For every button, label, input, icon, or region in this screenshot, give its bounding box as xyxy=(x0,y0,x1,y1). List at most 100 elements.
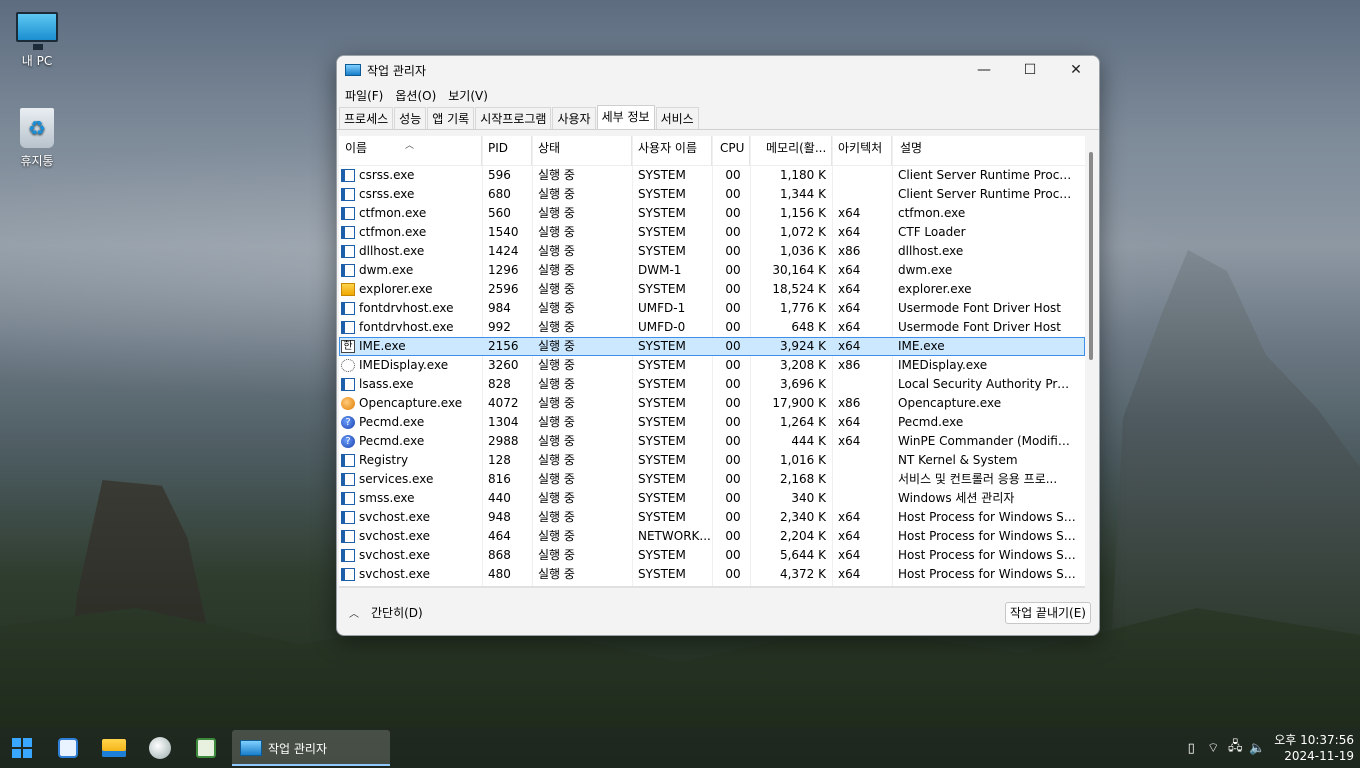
table-row[interactable]: ? Pecmd.exe 2988 실행 중 SYSTEM 00 444 K x64 WinPE … xyxy=(339,432,1085,451)
title-bar[interactable]: 작업 관리자 — ☐ ✕ xyxy=(337,56,1099,84)
volume-icon[interactable]: 🔈 xyxy=(1246,741,1268,756)
process-cpu: 00 xyxy=(725,396,741,410)
process-user: SYSTEM xyxy=(638,282,686,296)
clock[interactable]: 오후 10:37:56 2024-11-19 xyxy=(1274,732,1354,764)
process-memory: 1,344 K xyxy=(779,187,826,201)
taskbar-opencapture[interactable] xyxy=(146,734,174,762)
process-memory: 1,180 K xyxy=(779,168,826,182)
desktop-icon-recycle-bin[interactable]: ♻ 휴지통 xyxy=(2,108,72,169)
table-row[interactable]: smss.exe 440 실행 중 SYSTEM 00 340 K Windows 세션 관… xyxy=(339,489,1085,508)
opencapture-icon xyxy=(149,737,171,759)
table-row[interactable]: svchost.exe 868 실행 중 SYSTEM 00 5,644 K x64 Host… xyxy=(339,546,1085,565)
process-cpu: 00 xyxy=(725,320,741,334)
table-row[interactable]: 한 IME.exe 2156 실행 중 SYSTEM 00 3,924 K x64 IME.ex… xyxy=(339,337,1085,356)
process-pid: 816 xyxy=(488,472,511,486)
tab-users[interactable]: 사용자 xyxy=(552,107,596,129)
process-description: CTF Loader xyxy=(898,225,966,239)
column-header-name[interactable]: ︿ 이름 xyxy=(339,136,482,166)
end-task-button[interactable]: 작업 끝내기(E) xyxy=(1005,602,1091,624)
tab-processes[interactable]: 프로세스 xyxy=(339,107,394,129)
table-row[interactable]: Registry 128 실행 중 SYSTEM 00 1,016 K NT Kernel … xyxy=(339,451,1085,470)
table-row[interactable]: lsass.exe 828 실행 중 SYSTEM 00 3,696 K Local Sec… xyxy=(339,375,1085,394)
column-header-architecture[interactable]: 아키텍처 xyxy=(832,136,892,166)
table-body: csrss.exe 596 실행 중 SYSTEM 00 1,180 K Client Se… xyxy=(339,166,1085,588)
process-pid: 480 xyxy=(488,567,511,581)
table-row[interactable]: ? Pecmd.exe 1304 실행 중 SYSTEM 00 1,264 K x64 Pecm… xyxy=(339,413,1085,432)
tab-performance[interactable]: 성능 xyxy=(394,107,427,129)
process-description: WinPE Commander (Modified ... xyxy=(898,434,1076,448)
process-name: svchost.exe xyxy=(359,548,430,562)
tab-startup[interactable]: 시작프로그램 xyxy=(475,107,552,129)
table-row[interactable]: svchost.exe 480 실행 중 SYSTEM 00 4,372 K x64 Host… xyxy=(339,565,1085,584)
table-row[interactable]: dwm.exe 1296 실행 중 DWM-1 00 30,164 K x64 dwm.exe xyxy=(339,261,1085,280)
process-status: 실행 중 xyxy=(538,301,575,315)
vertical-scrollbar[interactable] xyxy=(1089,152,1093,360)
table-row[interactable]: ctfmon.exe 1540 실행 중 SYSTEM 00 1,072 K x64 CTF … xyxy=(339,223,1085,242)
column-header-memory[interactable]: 메모리(활... xyxy=(750,136,832,166)
process-memory: 1,156 K xyxy=(779,206,826,220)
table-row[interactable]: Opencapture.exe 4072 실행 중 SYSTEM 00 17,900 K x… xyxy=(339,394,1085,413)
column-header-cpu[interactable]: CPU xyxy=(712,136,750,166)
process-user: SYSTEM xyxy=(638,358,686,372)
table-row[interactable]: dllhost.exe 1424 실행 중 SYSTEM 00 1,036 K x86 dll… xyxy=(339,242,1085,261)
table-row[interactable]: csrss.exe 680 실행 중 SYSTEM 00 1,344 K Client Se… xyxy=(339,185,1085,204)
column-header-description[interactable]: 설명 xyxy=(892,136,1082,166)
maximize-button[interactable]: ☐ xyxy=(1007,56,1053,84)
show-desktop-icon[interactable]: ▯ xyxy=(1180,741,1202,756)
process-cpu: 00 xyxy=(725,415,741,429)
process-pid: 596 xyxy=(488,168,511,182)
process-icon xyxy=(341,207,355,220)
table-header: ︿ 이름 PID 상태 사용자 이름 CPU 메모리(활... 아키텍처 설명 xyxy=(339,136,1085,166)
table-row[interactable]: svchost.exe 948 실행 중 SYSTEM 00 2,340 K x64 Host… xyxy=(339,508,1085,527)
column-header-status[interactable]: 상태 xyxy=(532,136,632,166)
taskbar-file-explorer[interactable] xyxy=(100,734,128,762)
wifi-icon[interactable]: ⌔ xyxy=(1202,740,1224,756)
system-tray: ▯ ⌔ 🖧 🔈 오후 10:37:56 2024-11-19 xyxy=(1180,728,1360,768)
table-row[interactable]: explorer.exe 2596 실행 중 SYSTEM 00 18,524 K x64 e… xyxy=(339,280,1085,299)
process-memory: 17,900 K xyxy=(772,396,826,410)
tab-app-history[interactable]: 앱 기록 xyxy=(427,107,475,129)
process-memory: 2,168 K xyxy=(779,472,826,486)
start-button[interactable] xyxy=(8,734,36,762)
process-architecture xyxy=(838,489,888,508)
table-row[interactable]: fontdrvhost.exe 992 실행 중 UMFD-0 00 648 K x64 Us… xyxy=(339,318,1085,337)
table-row[interactable]: csrss.exe 596 실행 중 SYSTEM 00 1,180 K Client Se… xyxy=(339,166,1085,185)
table-row[interactable]: svchost.exe 464 실행 중 NETWORK... 00 2,204 K x64… xyxy=(339,527,1085,546)
table-row[interactable]: IMEDisplay.exe 3260 실행 중 SYSTEM 00 3,208 K x86… xyxy=(339,356,1085,375)
tab-details[interactable]: 세부 정보 xyxy=(596,105,655,129)
desktop-icon-my-pc[interactable]: 내 PC xyxy=(2,12,72,69)
gear-icon xyxy=(341,359,355,372)
menu-options[interactable]: 옵션(O) xyxy=(389,87,442,104)
taskbar-pecmd[interactable] xyxy=(54,734,82,762)
process-cpu: 00 xyxy=(725,529,741,543)
process-name: IME.exe xyxy=(359,339,406,353)
process-cpu: 00 xyxy=(725,377,741,391)
menu-file[interactable]: 파일(F) xyxy=(339,87,389,104)
process-architecture xyxy=(838,451,888,470)
table-row[interactable]: services.exe 816 실행 중 SYSTEM 00 2,168 K 서비스 및 … xyxy=(339,470,1085,489)
process-memory: 3,924 K xyxy=(779,339,826,353)
process-description: Windows 세션 관리자 xyxy=(898,491,1015,505)
column-header-user[interactable]: 사용자 이름 xyxy=(632,136,712,166)
table-row[interactable]: fontdrvhost.exe 984 실행 중 UMFD-1 00 1,776 K x64… xyxy=(339,299,1085,318)
process-architecture xyxy=(838,166,888,185)
process-icon xyxy=(341,568,355,581)
process-cpu: 00 xyxy=(725,472,741,486)
process-status: 실행 중 xyxy=(538,168,575,182)
table-row[interactable]: ctfmon.exe 560 실행 중 SYSTEM 00 1,156 K x64 ctfmo… xyxy=(339,204,1085,223)
process-architecture: x64 xyxy=(838,339,861,353)
process-memory: 1,072 K xyxy=(779,225,826,239)
network-icon[interactable]: 🖧 xyxy=(1224,737,1246,759)
process-name: ctfmon.exe xyxy=(359,225,427,239)
fewer-details-button[interactable]: ︿ 간단히(D) xyxy=(349,604,423,621)
minimize-button[interactable]: — xyxy=(961,56,1007,84)
close-button[interactable]: ✕ xyxy=(1053,56,1099,84)
process-icon xyxy=(341,169,355,182)
column-header-pid[interactable]: PID xyxy=(482,136,532,166)
menu-view[interactable]: 보기(V) xyxy=(442,87,494,104)
taskbar-notepad[interactable] xyxy=(192,734,220,762)
tab-services[interactable]: 서비스 xyxy=(655,107,699,129)
taskbar-task-manager[interactable]: 작업 관리자 xyxy=(232,730,390,766)
process-icon xyxy=(341,549,355,562)
process-name: explorer.exe xyxy=(359,282,433,296)
